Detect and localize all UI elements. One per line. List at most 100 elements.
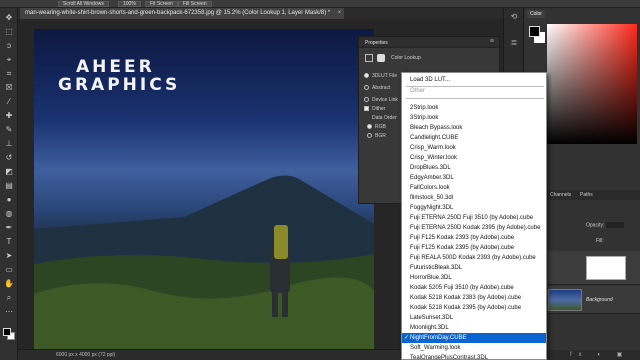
brush-tool-icon[interactable]: ✎ xyxy=(3,124,15,136)
lut-item[interactable]: DropBlues.3DL xyxy=(402,163,546,173)
lut-item-label: FoggyNight.3DL xyxy=(410,205,454,211)
radio-rgb[interactable] xyxy=(367,124,372,129)
radio-3dlut-file[interactable] xyxy=(364,73,369,78)
lut-item-label: filmstock_50.3dl xyxy=(410,195,454,201)
lut-item-label: Fuji F125 Kodak 2393 (by Adobe).cube xyxy=(410,235,515,241)
lut-item[interactable]: Fuji F125 Kodak 2393 (by Adobe).cube xyxy=(402,233,546,243)
lut-item[interactable]: ✓ NightFromDay.CUBE xyxy=(402,333,546,343)
zoom-tool-icon[interactable]: ⌕ xyxy=(3,292,15,304)
dither-checkbox[interactable] xyxy=(364,106,369,111)
lut-item-label: Fuji REALA 500D Kodak 2393 (by Adobe).cu… xyxy=(410,255,536,261)
lut-item-label: Kodak 5218 Kodak 2383 (by Adobe).cube xyxy=(410,295,522,301)
gradient-tool-icon[interactable]: ▤ xyxy=(3,180,15,192)
logo-text-line2: GRAPHICS xyxy=(58,75,181,95)
background-layer-thumbnail xyxy=(548,289,582,311)
lut-item-label: EdgyAmber.3DL xyxy=(410,175,454,181)
lut-item-label: HorrorBlue.3DL xyxy=(410,275,452,281)
lut-item[interactable]: Kodak 5205 Fuji 3510 (by Adobe).cube xyxy=(402,283,546,293)
foreground-color-swatch[interactable] xyxy=(3,328,11,336)
radio-bgr[interactable] xyxy=(367,133,372,138)
lut-item[interactable]: Fuji ETERNA 250D Fuji 3510 (by Adobe).cu… xyxy=(402,213,546,223)
quick-select-tool-icon[interactable]: ⌖ xyxy=(3,54,15,66)
clone-stamp-tool-icon[interactable]: ⊥ xyxy=(3,138,15,150)
document-size-text: 6000 px x 4000 px (72 ppi) xyxy=(56,352,116,358)
tab-paths[interactable]: Paths xyxy=(580,192,593,198)
opacity-input[interactable] xyxy=(606,222,625,228)
image-canvas[interactable]: AHEER GRAPHICS xyxy=(34,29,374,349)
lut-item[interactable]: TealOrangePlusContrast.3DL xyxy=(402,353,546,360)
lut-item[interactable]: 3Strip.look xyxy=(402,113,546,123)
lut-item[interactable]: FallColors.look xyxy=(402,183,546,193)
data-order-label: Data Order xyxy=(372,115,397,121)
color-picker-field[interactable] xyxy=(547,24,637,144)
adjustment-type-label: Color Lookup xyxy=(391,55,421,61)
opacity-label: Opacity: xyxy=(586,222,605,229)
logo-text-line1: AHEER xyxy=(76,57,155,77)
blur-tool-icon[interactable]: ● xyxy=(3,194,15,206)
close-icon[interactable]: × xyxy=(338,8,342,19)
marquee-tool-icon[interactable]: ⬚ xyxy=(3,26,15,38)
healing-brush-tool-icon[interactable]: ✚ xyxy=(3,110,15,122)
eraser-tool-icon[interactable]: ◩ xyxy=(3,166,15,178)
document-tab[interactable]: man-wearing-white-shirt-brown-shorts-and… xyxy=(20,8,345,19)
fill-control[interactable]: Fill: xyxy=(596,238,604,244)
mask-icon[interactable] xyxy=(377,54,385,62)
path-select-tool-icon[interactable]: ➤ xyxy=(3,250,15,262)
lut-item[interactable]: FuturisticBleak.3DL xyxy=(402,263,546,273)
fit-screen-button[interactable]: Fit Screen xyxy=(145,1,178,7)
lasso-tool-icon[interactable]: ↄ xyxy=(3,40,15,52)
radio-device-link[interactable] xyxy=(364,97,369,102)
lut-item-label: LateSunset.3DL xyxy=(410,315,454,321)
rgb-label: RGB xyxy=(375,124,386,130)
lut-item[interactable]: Kodak 5218 Kodak 2383 (by Adobe).cube xyxy=(402,293,546,303)
tab-channels[interactable]: Channels xyxy=(550,192,571,198)
layer-mask-thumbnail[interactable] xyxy=(586,256,626,280)
tab-color[interactable]: Color xyxy=(527,10,545,18)
fill-screen-button[interactable]: Fill Screen xyxy=(178,1,212,7)
lut-item[interactable]: Soft_Warming.look xyxy=(402,343,546,353)
pen-tool-icon[interactable]: ✒ xyxy=(3,222,15,234)
lut-item[interactable]: Bleach Bypass.look xyxy=(402,123,546,133)
lut-item[interactable]: filmstock_50.3dl xyxy=(402,193,546,203)
foreground-swatch[interactable] xyxy=(529,26,540,37)
other-item: Other xyxy=(410,88,426,94)
type-tool-icon[interactable]: T xyxy=(3,236,15,248)
panel-menu-icon[interactable]: ≡ xyxy=(490,38,494,45)
lut-item[interactable]: EdgyAmber.3DL xyxy=(402,173,546,183)
lut-item[interactable]: Kodak 5218 Kodak 2395 (by Adobe).cube xyxy=(402,303,546,313)
zoom-100-button[interactable]: 100% xyxy=(118,1,141,7)
lut-item[interactable]: Fuji ETERNA 250D Kodak 2395 (by Adobe).c… xyxy=(402,223,546,233)
opacity-control[interactable]: Opacity: xyxy=(586,222,625,229)
dodge-tool-icon[interactable]: ◍ xyxy=(3,208,15,220)
lut-item[interactable]: Crisp_Winter.look xyxy=(402,153,546,163)
lut-item-label: Fuji ETERNA 250D Fuji 3510 (by Adobe).cu… xyxy=(410,215,534,221)
lut-item[interactable]: Crisp_Warm.look xyxy=(402,143,546,153)
lut-item[interactable]: LateSunset.3DL xyxy=(402,313,546,323)
lut-item[interactable]: Candlelight.CUBE xyxy=(402,133,546,143)
lut-item[interactable]: FoggyNight.3DL xyxy=(402,203,546,213)
history-brush-tool-icon[interactable]: ↺ xyxy=(3,152,15,164)
lut-item[interactable]: Moonlight.3DL xyxy=(402,323,546,333)
hand-tool-icon[interactable]: ✋ xyxy=(3,278,15,290)
radio-abstract[interactable] xyxy=(364,85,369,90)
lut-item-label: Kodak 5205 Fuji 3510 (by Adobe).cube xyxy=(410,285,514,291)
move-tool-icon[interactable]: ✥ xyxy=(3,12,15,24)
history-icon[interactable]: ⟲ xyxy=(509,12,519,22)
rectangle-tool-icon[interactable]: ▭ xyxy=(3,264,15,276)
lut-item[interactable]: Fuji REALA 500D Kodak 2393 (by Adobe).cu… xyxy=(402,253,546,263)
lut-item[interactable]: HorrorBlue.3DL xyxy=(402,273,546,283)
frame-tool-icon[interactable]: ☒ xyxy=(3,82,15,94)
lut-item[interactable]: 2Strip.look xyxy=(402,103,546,113)
eyedropper-tool-icon[interactable]: ⁄ xyxy=(3,96,15,108)
crop-tool-icon[interactable]: ⌗ xyxy=(3,68,15,80)
lut-item-label: Fuji ETERNA 250D Kodak 2395 (by Adobe).c… xyxy=(410,225,541,231)
lut-item-label: Crisp_Warm.look xyxy=(410,145,456,151)
options-bar: Scroll All Windows 100% Fit Screen Fill … xyxy=(0,0,640,8)
scroll-all-windows-button[interactable]: Scroll All Windows xyxy=(58,1,109,7)
adjustment-icon[interactable] xyxy=(365,54,373,62)
lut-item[interactable]: Fuji F125 Kodak 2395 (by Adobe).cube xyxy=(402,243,546,253)
lut-item-label: TealOrangePlusContrast.3DL xyxy=(410,355,489,360)
more-tools-icon[interactable]: ⋯ xyxy=(3,306,15,318)
document-tab-title: man-wearing-white-shirt-brown-shorts-and… xyxy=(25,10,331,16)
properties-icon[interactable]: ≣ xyxy=(509,38,519,48)
